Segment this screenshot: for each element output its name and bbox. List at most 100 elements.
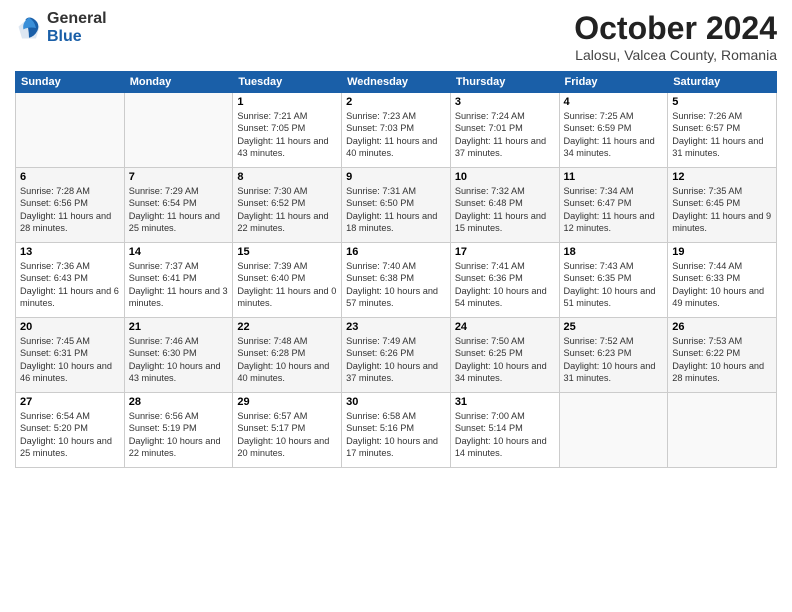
day-info: Sunrise: 7:37 AMSunset: 6:41 PMDaylight:… [129,260,229,310]
day-info: Sunrise: 7:34 AMSunset: 6:47 PMDaylight:… [564,185,664,235]
day-number: 9 [346,171,446,183]
day-info: Sunrise: 7:29 AMSunset: 6:54 PMDaylight:… [129,185,229,235]
day-number: 6 [20,171,120,183]
day-info: Sunrise: 7:00 AMSunset: 5:14 PMDaylight:… [455,410,555,460]
day-number: 25 [564,321,664,333]
weekday-header: Friday [559,72,668,93]
day-number: 20 [20,321,120,333]
day-number: 10 [455,171,555,183]
calendar-cell: 17Sunrise: 7:41 AMSunset: 6:36 PMDayligh… [450,243,559,318]
day-info: Sunrise: 7:28 AMSunset: 6:56 PMDaylight:… [20,185,120,235]
month-title: October 2024 [574,10,777,47]
day-info: Sunrise: 7:46 AMSunset: 6:30 PMDaylight:… [129,335,229,385]
day-info: Sunrise: 7:21 AMSunset: 7:05 PMDaylight:… [237,110,337,160]
day-info: Sunrise: 7:43 AMSunset: 6:35 PMDaylight:… [564,260,664,310]
day-number: 12 [672,171,772,183]
day-number: 11 [564,171,664,183]
calendar-cell [668,393,777,468]
day-number: 22 [237,321,337,333]
calendar-week-row: 1 Sunrise: 7:21 AMSunset: 7:05 PMDaylight… [16,93,777,168]
day-number: 23 [346,321,446,333]
weekday-header: Thursday [450,72,559,93]
weekday-header: Sunday [16,72,125,93]
calendar-cell [559,393,668,468]
calendar-cell [16,93,125,168]
day-number: 4 [564,96,664,108]
weekday-header: Monday [124,72,233,93]
day-info: Sunrise: 7:24 AMSunset: 7:01 PMDaylight:… [455,110,555,160]
day-number: 3 [455,96,555,108]
calendar-table: SundayMondayTuesdayWednesdayThursdayFrid… [15,71,777,468]
day-number: 5 [672,96,772,108]
day-info: Sunrise: 7:40 AMSunset: 6:38 PMDaylight:… [346,260,446,310]
day-info: Sunrise: 7:36 AMSunset: 6:43 PMDaylight:… [20,260,120,310]
calendar-cell: 5 Sunrise: 7:26 AMSunset: 6:57 PMDaylight… [668,93,777,168]
logo-general: General [47,10,107,28]
day-info: Sunrise: 7:50 AMSunset: 6:25 PMDaylight:… [455,335,555,385]
weekday-header: Saturday [668,72,777,93]
logo-blue: Blue [47,28,107,46]
day-info: Sunrise: 7:35 AMSunset: 6:45 PMDaylight:… [672,185,772,235]
calendar-cell: 2 Sunrise: 7:23 AMSunset: 7:03 PMDaylight… [342,93,451,168]
calendar-cell: 12 Sunrise: 7:35 AMSunset: 6:45 PMDayligh… [668,168,777,243]
day-number: 31 [455,396,555,408]
day-info: Sunrise: 6:57 AMSunset: 5:17 PMDaylight:… [237,410,337,460]
calendar-cell: 25 Sunrise: 7:52 AMSunset: 6:23 PMDayligh… [559,318,668,393]
day-number: 30 [346,396,446,408]
calendar-cell: 4 Sunrise: 7:25 AMSunset: 6:59 PMDaylight… [559,93,668,168]
day-info: Sunrise: 6:56 AMSunset: 5:19 PMDaylight:… [129,410,229,460]
day-number: 18 [564,246,664,258]
calendar-cell: 27 Sunrise: 6:54 AMSunset: 5:20 PMDayligh… [16,393,125,468]
day-number: 8 [237,171,337,183]
day-info: Sunrise: 7:53 AMSunset: 6:22 PMDaylight:… [672,335,772,385]
day-number: 2 [346,96,446,108]
calendar-cell: 24Sunrise: 7:50 AMSunset: 6:25 PMDayligh… [450,318,559,393]
calendar-header-row: SundayMondayTuesdayWednesdayThursdayFrid… [16,72,777,93]
calendar-cell: 31 Sunrise: 7:00 AMSunset: 5:14 PMDayligh… [450,393,559,468]
logo-text: General Blue [47,10,107,45]
day-number: 7 [129,171,229,183]
day-info: Sunrise: 6:54 AMSunset: 5:20 PMDaylight:… [20,410,120,460]
calendar-cell: 13 Sunrise: 7:36 AMSunset: 6:43 PMDayligh… [16,243,125,318]
day-info: Sunrise: 7:44 AMSunset: 6:33 PMDaylight:… [672,260,772,310]
calendar-week-row: 27 Sunrise: 6:54 AMSunset: 5:20 PMDayligh… [16,393,777,468]
day-number: 13 [20,246,120,258]
day-number: 15 [237,246,337,258]
calendar-cell: 14Sunrise: 7:37 AMSunset: 6:41 PMDayligh… [124,243,233,318]
day-info: Sunrise: 7:25 AMSunset: 6:59 PMDaylight:… [564,110,664,160]
calendar-week-row: 20Sunrise: 7:45 AMSunset: 6:31 PMDayligh… [16,318,777,393]
calendar-week-row: 13 Sunrise: 7:36 AMSunset: 6:43 PMDayligh… [16,243,777,318]
calendar-cell: 11 Sunrise: 7:34 AMSunset: 6:47 PMDayligh… [559,168,668,243]
calendar-cell: 7 Sunrise: 7:29 AMSunset: 6:54 PMDaylight… [124,168,233,243]
day-number: 27 [20,396,120,408]
calendar-cell: 16 Sunrise: 7:40 AMSunset: 6:38 PMDayligh… [342,243,451,318]
calendar-cell: 18 Sunrise: 7:43 AMSunset: 6:35 PMDayligh… [559,243,668,318]
weekday-header: Tuesday [233,72,342,93]
calendar-cell: 1 Sunrise: 7:21 AMSunset: 7:05 PMDaylight… [233,93,342,168]
page-container: General Blue October 2024 Lalosu, Valcea… [0,0,792,478]
calendar-cell: 3 Sunrise: 7:24 AMSunset: 7:01 PMDaylight… [450,93,559,168]
calendar-cell: 9 Sunrise: 7:31 AMSunset: 6:50 PMDaylight… [342,168,451,243]
day-info: Sunrise: 7:30 AMSunset: 6:52 PMDaylight:… [237,185,337,235]
title-area: October 2024 Lalosu, Valcea County, Roma… [574,10,777,63]
calendar-cell: 28Sunrise: 6:56 AMSunset: 5:19 PMDayligh… [124,393,233,468]
calendar-cell: 22 Sunrise: 7:48 AMSunset: 6:28 PMDayligh… [233,318,342,393]
calendar-cell [124,93,233,168]
calendar-cell: 19 Sunrise: 7:44 AMSunset: 6:33 PMDayligh… [668,243,777,318]
day-number: 26 [672,321,772,333]
day-info: Sunrise: 7:23 AMSunset: 7:03 PMDaylight:… [346,110,446,160]
calendar-cell: 6 Sunrise: 7:28 AMSunset: 6:56 PMDaylight… [16,168,125,243]
day-info: Sunrise: 7:31 AMSunset: 6:50 PMDaylight:… [346,185,446,235]
calendar-cell: 10Sunrise: 7:32 AMSunset: 6:48 PMDayligh… [450,168,559,243]
location-title: Lalosu, Valcea County, Romania [574,47,777,63]
logo-icon [15,14,43,42]
day-number: 19 [672,246,772,258]
day-info: Sunrise: 7:48 AMSunset: 6:28 PMDaylight:… [237,335,337,385]
calendar-cell: 21Sunrise: 7:46 AMSunset: 6:30 PMDayligh… [124,318,233,393]
day-info: Sunrise: 7:52 AMSunset: 6:23 PMDaylight:… [564,335,664,385]
day-number: 1 [237,96,337,108]
day-number: 16 [346,246,446,258]
day-number: 29 [237,396,337,408]
day-info: Sunrise: 7:26 AMSunset: 6:57 PMDaylight:… [672,110,772,160]
calendar-cell: 30Sunrise: 6:58 AMSunset: 5:16 PMDayligh… [342,393,451,468]
